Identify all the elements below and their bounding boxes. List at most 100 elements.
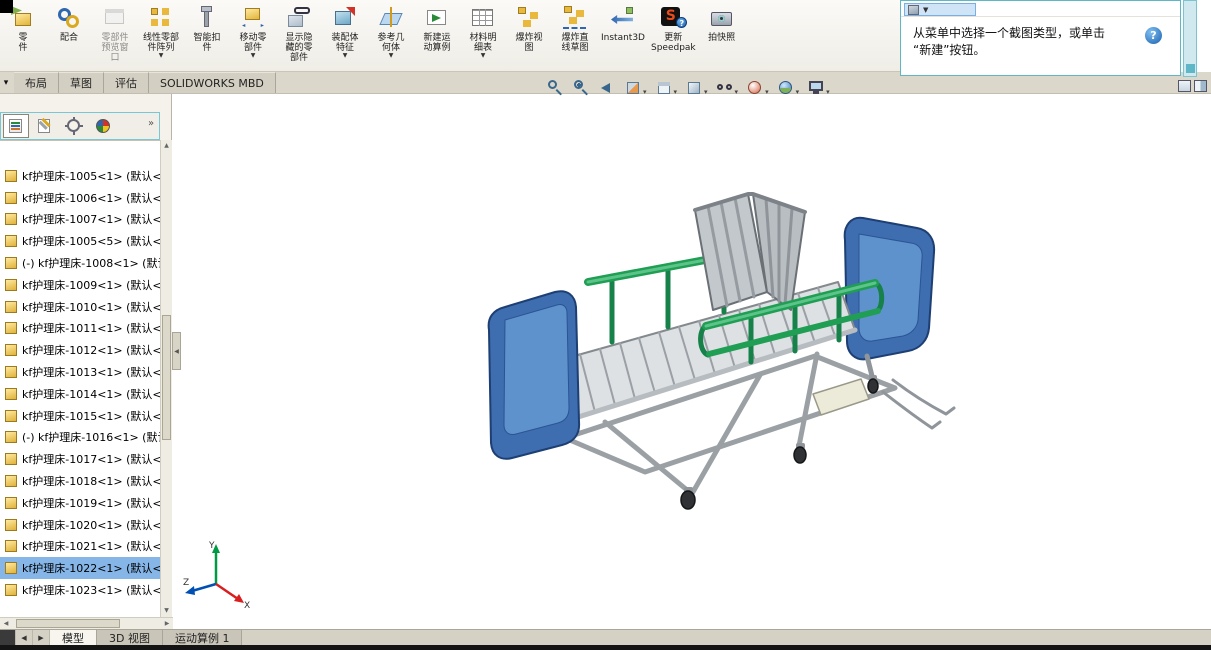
dropdown-arrow-icon[interactable]: ▾ (674, 88, 678, 96)
tab-layout[interactable]: 布局 (14, 72, 59, 93)
scroll-left-icon[interactable]: ◀ (0, 620, 12, 627)
zoom-to-fit[interactable]: ▾ (546, 78, 564, 96)
tree-item[interactable]: (-) kf护理床-1016<1> (默认 (0, 427, 160, 449)
panel-collapse-handle[interactable]: ◀ (172, 332, 181, 370)
scrollbar-thumb[interactable] (162, 315, 171, 440)
tab-scroll-start-icon[interactable] (0, 630, 16, 645)
section-view-icon (624, 78, 642, 96)
scroll-up-icon[interactable]: ▲ (161, 140, 172, 152)
tab-evaluate[interactable]: 评估 (104, 72, 149, 93)
ribbon-item-label: 线性零部 件阵列 (142, 33, 179, 53)
tree-item[interactable]: kf护理床-1011<1> (默认< (0, 318, 160, 340)
panel-tab-toolbar (0, 112, 160, 140)
single-pane-icon[interactable] (1178, 80, 1191, 92)
assembly-features[interactable]: 装配体 特征 ▼ (322, 2, 368, 60)
dropdown-arrow-icon[interactable]: ▼ (389, 53, 394, 59)
show-hidden-components[interactable]: 显示隐 藏的零 部件 ▼ (276, 2, 322, 70)
edit-appearance[interactable]: ▾ (746, 78, 769, 96)
tab-overflow-icon[interactable]: ▾ (0, 72, 12, 93)
backrest-raised[interactable] (693, 192, 807, 311)
update-speedpak[interactable]: 更新 Speedpak ▼ (648, 2, 699, 60)
previous-view[interactable]: ▾ (598, 78, 616, 96)
zoom-to-area[interactable]: ▾ (572, 78, 590, 96)
tab-scroll-left-icon[interactable]: ◀ (16, 630, 33, 645)
tree-item[interactable]: kf护理床-1023<1> (默认< (0, 579, 160, 601)
new-motion-study[interactable]: 新建运 动算例 ▼ (414, 2, 460, 60)
panel-overflow-chevron[interactable]: » (148, 118, 154, 129)
scroll-right-icon[interactable]: ▶ (161, 620, 173, 627)
actuator-box[interactable] (812, 378, 870, 416)
apply-scene[interactable]: ▾ (777, 78, 800, 96)
dropdown-arrow-icon[interactable]: ▾ (735, 88, 739, 96)
tab-motion-study-1[interactable]: 运动算例 1 (162, 630, 243, 645)
tab-model[interactable]: 模型 (50, 630, 97, 645)
component-cube-icon (5, 453, 17, 466)
dropdown-arrow-icon[interactable]: ▼ (159, 53, 164, 59)
tree-item[interactable]: kf护理床-1005<5> (默认< (0, 230, 160, 252)
component-preview-window[interactable]: 零部件 预览窗 口 ▼ (92, 2, 138, 70)
tab-sketch[interactable]: 草图 (59, 72, 104, 93)
move-component[interactable]: 移动零 部件 ▼ (230, 2, 276, 60)
view-settings[interactable]: ▾ (807, 78, 830, 96)
tab-scroll-right-icon[interactable]: ▶ (33, 630, 50, 645)
dropdown-arrow-icon[interactable]: ▼ (251, 53, 256, 59)
tree-item[interactable]: kf护理床-1017<1> (默认< (0, 448, 160, 470)
bed-model-3d[interactable] (455, 170, 975, 530)
feature-tree: kf护理床-1005<1> (默认< kf护理床-1006<1> (默认< kf… (0, 140, 160, 617)
dropdown-arrow-icon[interactable]: ▼ (343, 53, 348, 59)
tree-scrollbar[interactable]: ▲ ▼ (160, 140, 172, 617)
instant3d[interactable]: Instant3D ▼ (598, 2, 648, 50)
hide-show-items-icon (716, 78, 734, 96)
scrollbar-thumb[interactable] (16, 619, 120, 628)
split-pane-icon[interactable] (1194, 80, 1207, 92)
footboard[interactable] (487, 290, 581, 460)
tree-item[interactable]: kf护理床-1005<1> (默认< (0, 165, 160, 187)
propertymanager-tab[interactable] (32, 114, 58, 138)
tree-item[interactable]: kf护理床-1007<1> (默认< (0, 209, 160, 231)
tree-item[interactable]: kf护理床-1010<1> (默认< (0, 296, 160, 318)
tree-item[interactable]: kf护理床-1021<1> (默认< (0, 536, 160, 558)
display-style[interactable]: ▾ (685, 78, 708, 96)
tree-item[interactable]: kf护理床-1014<1> (默认< (0, 383, 160, 405)
explode-line-sketch[interactable]: 爆炸直 线草图 ▼ (552, 2, 598, 60)
tree-item[interactable]: kf护理床-1006<1> (默认< (0, 187, 160, 209)
configurationmanager-tab[interactable] (61, 114, 87, 138)
pin-icon[interactable] (1186, 64, 1195, 73)
snapshot-type-button[interactable]: ▼ (904, 3, 976, 16)
dropdown-arrow-icon[interactable]: ▾ (643, 88, 647, 96)
tab-3d-views[interactable]: 3D 视图 (97, 630, 163, 645)
tree-item[interactable]: kf护理床-1018<1> (默认< (0, 470, 160, 492)
dropdown-arrow-icon[interactable]: ▾ (704, 88, 708, 96)
bill-of-materials[interactable]: 材料明 细表 ▼ (460, 2, 506, 60)
hide-show-items[interactable]: ▾ (716, 78, 739, 96)
headboard[interactable] (843, 216, 936, 383)
take-snapshot[interactable]: 拍快照 ▼ (699, 2, 745, 50)
linear-component-pattern[interactable]: 线性零部 件阵列 ▼ (138, 2, 184, 60)
tree-item[interactable]: kf护理床-1015<1> (默认< (0, 405, 160, 427)
tree-item[interactable]: kf护理床-1012<1> (默认< (0, 339, 160, 361)
tree-item[interactable]: kf护理床-1009<1> (默认< (0, 274, 160, 296)
smart-fasteners[interactable]: 智能扣 件 ▼ (184, 2, 230, 60)
dimxpertmanager-tab[interactable] (90, 114, 116, 138)
dropdown-arrow-icon[interactable]: ▾ (765, 88, 769, 96)
featuremanager-tab[interactable] (3, 114, 29, 138)
help-icon[interactable]: ? (1145, 27, 1162, 44)
mate[interactable]: 配合 ▼ (46, 2, 92, 50)
exploded-view[interactable]: 爆炸视 图 ▼ (506, 2, 552, 60)
tree-item[interactable]: (-) kf护理床-1008<1> (默认 (0, 252, 160, 274)
tree-item[interactable]: kf护理床-1019<1> (默认< (0, 492, 160, 514)
dropdown-arrow-icon[interactable]: ▾ (826, 88, 830, 96)
panel-horizontal-scrollbar[interactable]: ◀ ▶ (0, 617, 173, 629)
reference-geometry[interactable]: 参考几 何体 ▼ (368, 2, 414, 60)
tree-item[interactable]: kf护理床-1020<1> (默认< (0, 514, 160, 536)
dropdown-arrow-icon[interactable]: ▼ (481, 53, 486, 59)
section-view[interactable]: ▾ (624, 78, 647, 96)
component-cube-icon (5, 235, 17, 248)
scroll-down-icon[interactable]: ▼ (161, 605, 172, 617)
window-corner-square (0, 0, 13, 13)
tree-item[interactable]: kf护理床-1013<1> (默认< (0, 361, 160, 383)
dropdown-arrow-icon[interactable]: ▾ (796, 88, 800, 96)
tab-solidworks-mbd[interactable]: SOLIDWORKS MBD (149, 72, 276, 93)
tree-item[interactable]: kf护理床-1022<1> (默认< (0, 557, 160, 580)
view-orientation[interactable]: ▾ (655, 78, 678, 96)
